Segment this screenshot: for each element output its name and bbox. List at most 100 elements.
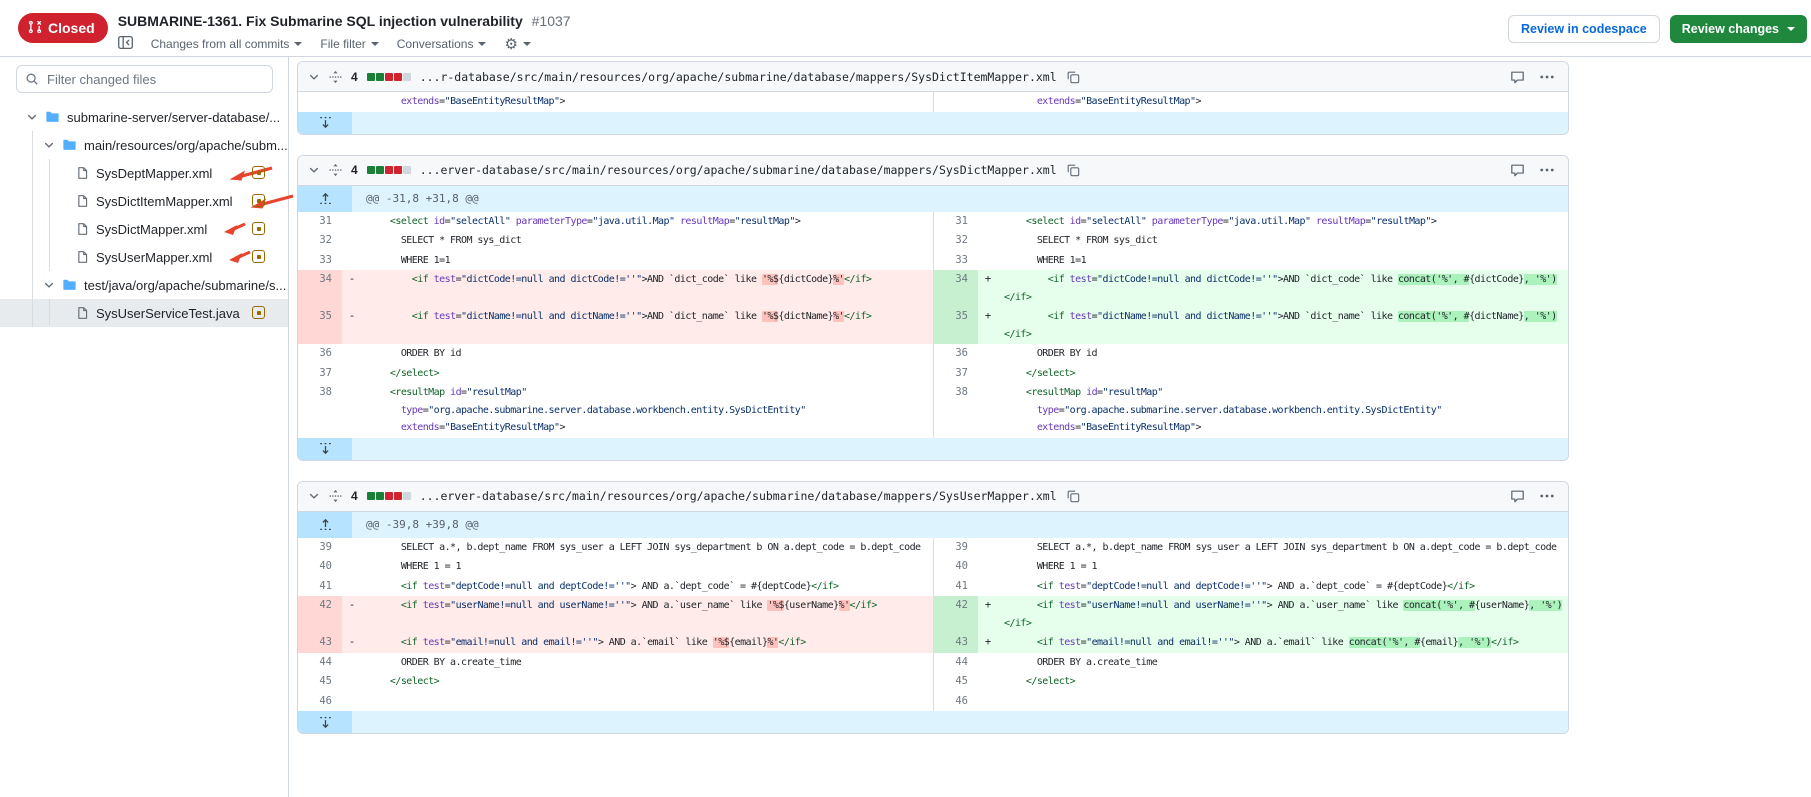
line-number[interactable]: 35 (934, 307, 978, 344)
line-number[interactable]: 36 (934, 344, 978, 364)
code-line: WHERE 1 = 1 (368, 558, 933, 576)
pr-title: SUBMARINE-1361. Fix Submarine SQL inject… (118, 13, 523, 29)
line-number[interactable]: 38 (934, 383, 978, 438)
file-comment-marker[interactable] (252, 166, 265, 179)
tree-item-label: submarine-server/server-database/... (67, 110, 280, 125)
code-cell: </select> (998, 364, 1568, 384)
line-number[interactable]: 45 (298, 672, 342, 692)
drag-handle-grip-icon[interactable] (329, 489, 342, 503)
line-number[interactable]: 44 (934, 653, 978, 673)
line-number[interactable]: 44 (298, 653, 342, 673)
pr-number: #1037 (532, 13, 571, 29)
file-comment-button[interactable] (1510, 70, 1525, 84)
line-number[interactable]: 31 (934, 212, 978, 232)
diff-pane-left: 39 SELECT a.*, b.dept_name FROM sys_user… (298, 538, 933, 558)
tree-folder-main-resources-org-apache-subm[interactable]: main/resources/org/apache/subm... (0, 131, 288, 159)
file-path-link[interactable]: ...erver-database/src/main/resources/org… (420, 489, 1057, 503)
line-number[interactable]: 38 (298, 383, 342, 438)
line-number[interactable]: 42 (934, 596, 978, 633)
tree-file-sysdictitemmapper-xml[interactable]: SysDictItemMapper.xml (0, 187, 288, 215)
line-number[interactable]: 39 (934, 538, 978, 558)
line-number[interactable]: 41 (934, 577, 978, 597)
code-line: <if test="email!=null and email!=''"> AN… (368, 634, 933, 652)
copy-path-button[interactable] (1066, 489, 1080, 503)
chevron-down-icon[interactable] (43, 279, 55, 291)
diff-pane-right: 34+ <if test="dictCode!=null and dictCod… (933, 270, 1568, 307)
file-comment-marker[interactable] (252, 250, 265, 263)
line-number[interactable]: 34 (934, 270, 978, 307)
review-changes-button[interactable]: Review changes (1670, 15, 1807, 43)
tree-file-sysdictmapper-xml[interactable]: SysDictMapper.xml (0, 215, 288, 243)
line-number[interactable]: 45 (934, 672, 978, 692)
line-number[interactable]: 40 (934, 557, 978, 577)
diff-row: 43- <if test="email!=null and email!=''"… (298, 633, 1568, 653)
tree-file-sysdeptmapper-xml[interactable]: SysDeptMapper.xml (0, 159, 288, 187)
file-options-kebab-button[interactable] (1540, 75, 1554, 79)
collapse-file-button[interactable] (308, 71, 320, 83)
tree-folder-test-java-org-apache-submarine-s[interactable]: test/java/org/apache/submarine/s... (0, 271, 288, 299)
code-line: extends="BaseEntityResultMap"> (368, 419, 933, 437)
drag-handle-grip-icon[interactable] (329, 70, 342, 84)
chevron-down-icon (308, 164, 320, 176)
code-line: <if test="dictName!=null and dictName!='… (368, 308, 933, 326)
context-marker (342, 251, 362, 271)
expand-diff-down-button[interactable] (298, 438, 352, 460)
line-number[interactable]: 42 (298, 596, 342, 633)
line-number[interactable]: 46 (298, 692, 342, 712)
tree-file-sysusermapper-xml[interactable]: SysUserMapper.xml (0, 243, 288, 271)
file-options-kebab-button[interactable] (1540, 168, 1554, 172)
line-number[interactable]: 32 (298, 231, 342, 251)
line-number[interactable]: 43 (934, 633, 978, 653)
review-in-codespace-button[interactable]: Review in codespace (1508, 15, 1660, 43)
line-number[interactable]: 37 (298, 364, 342, 384)
file-options-kebab-button[interactable] (1540, 494, 1554, 498)
line-number[interactable]: 32 (934, 231, 978, 251)
file-comment-marker[interactable] (252, 194, 265, 207)
expand-diff-down-button[interactable] (298, 112, 352, 134)
line-number[interactable]: 36 (298, 344, 342, 364)
line-number[interactable]: 37 (934, 364, 978, 384)
file-icon (76, 222, 89, 236)
expand-hunk-up-button[interactable] (298, 512, 352, 538)
file-path-link[interactable]: ...erver-database/src/main/resources/org… (420, 163, 1057, 177)
file-path-link[interactable]: ...r-database/src/main/resources/org/apa… (420, 70, 1057, 84)
line-number[interactable]: 39 (298, 538, 342, 558)
line-number[interactable]: 46 (934, 692, 978, 712)
copy-path-button[interactable] (1066, 70, 1080, 84)
file-filter-dropdown[interactable]: File filter (320, 37, 378, 51)
collapse-file-button[interactable] (308, 490, 320, 502)
line-number[interactable]: 31 (298, 212, 342, 232)
expand-diff-down-button[interactable] (298, 711, 352, 733)
line-number[interactable]: 33 (298, 251, 342, 271)
conversations-dropdown[interactable]: Conversations (397, 37, 487, 51)
collapse-file-button[interactable] (308, 164, 320, 176)
file-icon (76, 166, 89, 180)
drag-handle-grip-icon[interactable] (329, 163, 342, 177)
line-number[interactable]: 40 (298, 557, 342, 577)
line-number[interactable]: 43 (298, 633, 342, 653)
line-number[interactable]: 34 (298, 270, 342, 307)
file-comment-button[interactable] (1510, 163, 1525, 177)
code-cell: <if test="email!=null and email!=''"> AN… (998, 633, 1568, 653)
line-number[interactable]: 35 (298, 307, 342, 344)
file-comment-marker[interactable] (252, 222, 265, 235)
toggle-file-tree-button[interactable] (118, 36, 133, 52)
line-number[interactable]: 41 (298, 577, 342, 597)
copy-path-button[interactable] (1066, 163, 1080, 177)
changes-from-dropdown[interactable]: Changes from all commits (151, 37, 303, 51)
chevron-down-icon[interactable] (43, 139, 55, 151)
file-comment-marker[interactable] (252, 306, 265, 319)
tree-file-sysuserservicetest-java[interactable]: SysUserServiceTest.java (0, 299, 288, 327)
code-line: extends="BaseEntityResultMap"> (368, 93, 933, 111)
deletion-marker: - (342, 270, 362, 307)
file-header-actions (1510, 163, 1554, 177)
code-cell: <if test="userName!=null and userName!='… (998, 596, 1568, 633)
file-comment-button[interactable] (1510, 489, 1525, 503)
tree-folder-submarine-server-server-database[interactable]: submarine-server/server-database/... (0, 103, 288, 131)
expand-row (298, 438, 1568, 460)
line-number[interactable]: 33 (934, 251, 978, 271)
diff-settings-gear[interactable]: ⚙ (504, 35, 530, 53)
expand-hunk-up-button[interactable] (298, 186, 352, 212)
filter-changed-files-input[interactable] (16, 65, 273, 93)
chevron-down-icon[interactable] (26, 111, 38, 123)
